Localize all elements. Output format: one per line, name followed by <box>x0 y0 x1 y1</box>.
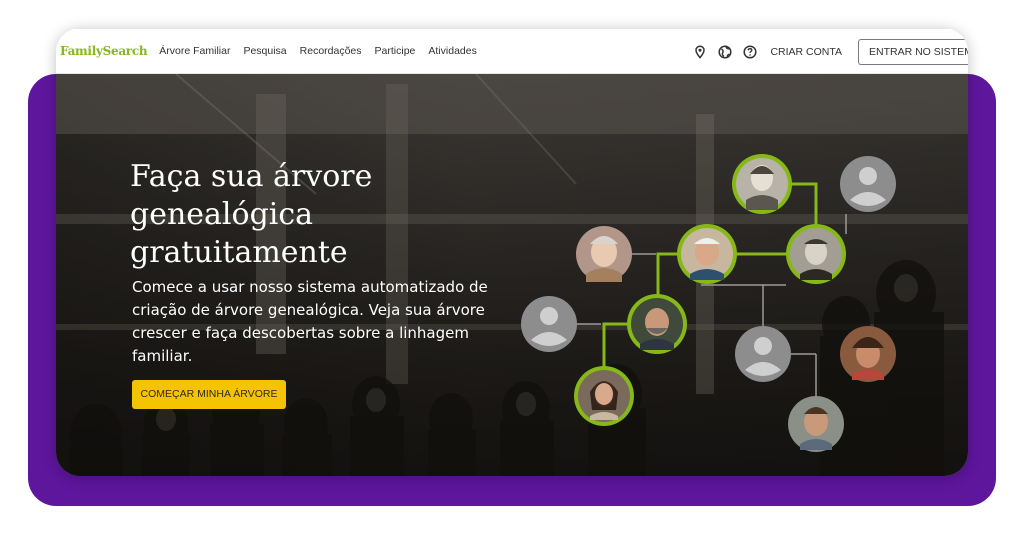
person-node-elderly-man[interactable] <box>677 224 737 284</box>
person-node-young-man-smile[interactable] <box>788 396 844 452</box>
person-node-young-woman[interactable] <box>574 366 634 426</box>
person-node-placeholder-left[interactable] <box>521 296 577 352</box>
person-node-placeholder-center[interactable] <box>735 326 791 382</box>
hero-section: Faça sua árvore genealógica gratuitament… <box>56 74 968 476</box>
header-actions: CRIAR CONTA ENTRAR NO SISTEMA <box>693 29 968 75</box>
nav-pesquisa[interactable]: Pesquisa <box>243 45 286 57</box>
person-node-woman-curly[interactable] <box>840 326 896 382</box>
nav-arvore-familiar[interactable]: Árvore Familiar <box>159 45 230 57</box>
sign-in-button[interactable]: ENTRAR NO SISTEMA <box>858 39 968 65</box>
main-nav: Árvore Familiar Pesquisa Recordações Par… <box>159 45 490 57</box>
nav-atividades[interactable]: Atividades <box>428 45 476 57</box>
help-icon[interactable] <box>743 45 757 59</box>
globe-icon[interactable] <box>718 45 732 59</box>
family-tree-graphic <box>521 154 896 452</box>
nav-recordacoes[interactable]: Recordações <box>300 45 362 57</box>
person-node-woman-1900s[interactable] <box>732 154 792 214</box>
browser-window: FamilySearch Árvore Familiar Pesquisa Re… <box>56 28 968 476</box>
create-account-link[interactable]: CRIAR CONTA <box>770 46 842 58</box>
person-node-elderly-woman[interactable] <box>576 226 632 282</box>
location-icon[interactable] <box>693 45 707 59</box>
familysearch-logo[interactable]: FamilySearch <box>60 44 148 58</box>
person-node-young-man-vintage[interactable] <box>786 224 846 284</box>
site-header: FamilySearch Árvore Familiar Pesquisa Re… <box>56 28 968 74</box>
person-node-placeholder-top-right[interactable] <box>840 156 896 212</box>
nav-participe[interactable]: Participe <box>375 45 416 57</box>
person-node-man-beard[interactable] <box>627 294 687 354</box>
